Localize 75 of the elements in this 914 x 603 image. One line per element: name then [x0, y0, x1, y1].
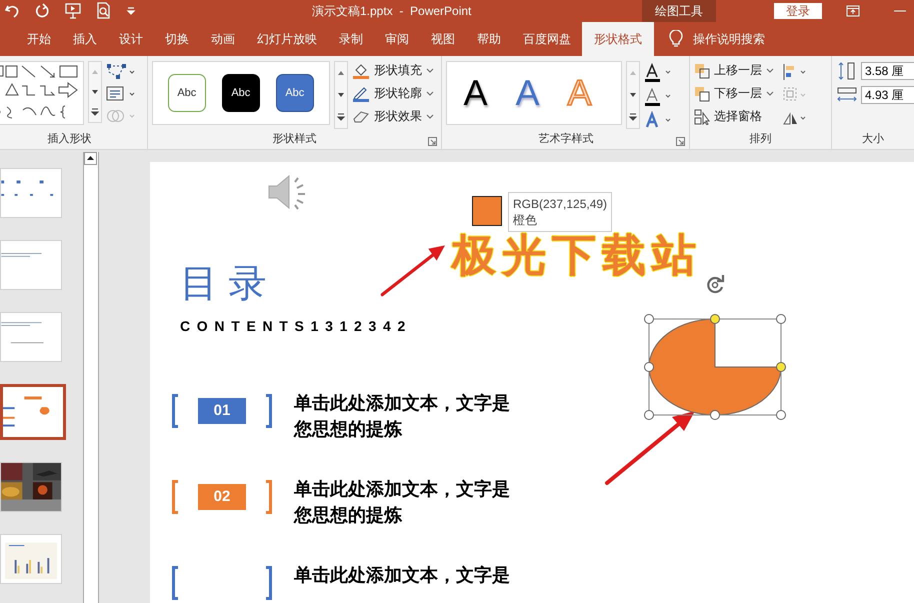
pen-outline-icon	[352, 86, 370, 102]
slideshow-icon[interactable]	[64, 2, 82, 20]
ribbon-tab[interactable]: 动画	[200, 22, 246, 56]
edit-points-icon[interactable]	[106, 63, 136, 81]
group-label: 大小	[860, 132, 885, 147]
ribbon-tab[interactable]: 录制	[328, 22, 374, 56]
bracket-icon	[264, 394, 272, 428]
minimize-icon[interactable]	[894, 9, 906, 13]
dialog-launcher-icon[interactable]	[676, 137, 686, 146]
tell-me-search[interactable]: 操作说明搜索	[693, 22, 765, 56]
ribbon-command[interactable]: 下移一层	[712, 85, 764, 102]
ribbon-display-icon[interactable]	[846, 5, 860, 17]
shape-style-preset[interactable]: Abc	[276, 74, 314, 112]
print-preview-icon[interactable]	[96, 2, 112, 20]
window-title: 演示文稿1.pptx - PowerPoint	[312, 2, 472, 20]
group-label: 排列	[748, 132, 773, 147]
ribbon-command[interactable]: 上移一层	[712, 62, 764, 79]
slide-thumbnail[interactable]	[0, 384, 66, 440]
redo-icon[interactable]	[34, 3, 50, 19]
send-backward-icon	[694, 86, 710, 102]
align-icon[interactable]	[782, 63, 808, 81]
bracket-icon	[264, 566, 272, 600]
ribbon-tab[interactable]: 开始	[16, 22, 62, 56]
item-number[interactable]: 01	[198, 398, 246, 424]
tooltip-text: RGB(237,125,49)	[513, 196, 608, 212]
context-tab-label: 绘图工具	[642, 0, 716, 22]
ribbon-tab[interactable]: 审阅	[374, 22, 420, 56]
shape-style-preset[interactable]: Abc	[168, 74, 206, 112]
dialog-launcher-icon[interactable]	[428, 137, 438, 146]
ribbon-tab[interactable]: 插入	[62, 22, 108, 56]
item-number[interactable]: 02	[198, 484, 246, 510]
dropdown-icon[interactable]	[426, 90, 434, 96]
paint-bucket-icon	[352, 62, 370, 78]
ribbon-tab[interactable]: 百度网盘	[512, 22, 582, 56]
group-label: 艺术字样式	[538, 132, 594, 147]
ribbon-command[interactable]: 形状轮廓	[372, 85, 424, 102]
bring-forward-icon	[694, 62, 710, 78]
text-box-icon[interactable]	[106, 85, 136, 103]
pie-shape[interactable]	[644, 314, 786, 420]
ribbon-command[interactable]: 选择窗格	[712, 108, 764, 125]
ribbon-command[interactable]: 形状填充	[372, 62, 424, 79]
width-field[interactable]: 4.93 厘	[860, 86, 914, 104]
wordart-style-preset[interactable]: A	[515, 75, 540, 111]
item-text[interactable]: 单击此处添加文本，文字是	[294, 562, 518, 588]
dropdown-icon[interactable]	[766, 68, 774, 74]
shapes-gallery[interactable]	[0, 61, 84, 125]
ribbon-command[interactable]: 形状效果	[372, 108, 424, 125]
dropdown-icon[interactable]	[426, 68, 434, 74]
undo-icon[interactable]	[4, 3, 20, 19]
item-text[interactable]: 单击此处添加文本，文字是您思想的提炼	[294, 476, 518, 528]
shape-style-preset[interactable]: Abc	[222, 74, 260, 112]
lightbulb-icon	[669, 30, 683, 48]
bracket-icon	[264, 480, 272, 514]
wordart-style-preset[interactable]: A	[463, 75, 488, 111]
tooltip-text: 橙色	[513, 212, 538, 228]
dropdown-icon[interactable]	[766, 90, 774, 96]
height-field[interactable]: 3.58 厘	[860, 62, 914, 80]
eraser-effect-icon	[352, 108, 370, 124]
selection-pane-icon	[694, 108, 710, 124]
ribbon-tab[interactable]: 形状格式	[582, 22, 654, 56]
customize-icon[interactable]	[126, 5, 136, 17]
group-label: 插入形状	[46, 132, 92, 147]
rotate-handle-icon[interactable]	[704, 274, 726, 296]
ribbon-tab[interactable]: 帮助	[466, 22, 512, 56]
ribbon-tab[interactable]: 设计	[108, 22, 154, 56]
slide-subheading[interactable]: CONTENTS1312342	[180, 318, 914, 334]
ribbon-tab[interactable]: 幻灯片放映	[246, 22, 328, 56]
group-label: 形状样式	[272, 132, 317, 147]
ribbon-tab[interactable]: 切换	[154, 22, 200, 56]
ribbon-tab[interactable]: 视图	[420, 22, 466, 56]
dropdown-icon[interactable]	[426, 114, 434, 120]
slide-title[interactable]: 极光下载站	[452, 232, 702, 280]
item-text[interactable]: 单击此处添加文本，文字是您思想的提炼	[294, 390, 518, 442]
sign-in-button[interactable]: 登录	[774, 3, 822, 19]
scroll-up-icon[interactable]	[84, 152, 97, 165]
